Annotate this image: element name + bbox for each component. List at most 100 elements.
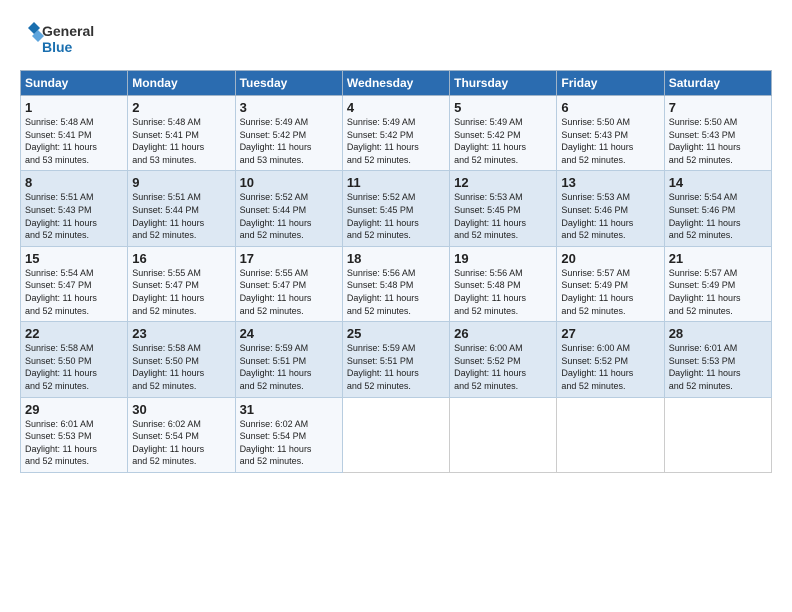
day-number: 19 [454,251,552,266]
day-number: 24 [240,326,338,341]
day-number: 4 [347,100,445,115]
calendar-cell: 12Sunrise: 5:53 AMSunset: 5:45 PMDayligh… [450,171,557,246]
day-number: 9 [132,175,230,190]
day-number: 30 [132,402,230,417]
calendar-cell: 5Sunrise: 5:49 AMSunset: 5:42 PMDaylight… [450,96,557,171]
day-number: 29 [25,402,123,417]
calendar-cell [450,397,557,472]
calendar-cell: 27Sunrise: 6:00 AMSunset: 5:52 PMDayligh… [557,322,664,397]
day-info: Sunrise: 5:55 AMSunset: 5:47 PMDaylight:… [240,267,338,317]
day-info: Sunrise: 5:52 AMSunset: 5:44 PMDaylight:… [240,191,338,241]
day-info: Sunrise: 6:02 AMSunset: 5:54 PMDaylight:… [240,418,338,468]
svg-text:General: General [42,23,94,39]
day-info: Sunrise: 5:59 AMSunset: 5:51 PMDaylight:… [240,342,338,392]
calendar-cell: 28Sunrise: 6:01 AMSunset: 5:53 PMDayligh… [664,322,771,397]
day-number: 6 [561,100,659,115]
calendar-cell: 6Sunrise: 5:50 AMSunset: 5:43 PMDaylight… [557,96,664,171]
day-info: Sunrise: 5:49 AMSunset: 5:42 PMDaylight:… [454,116,552,166]
calendar-cell: 29Sunrise: 6:01 AMSunset: 5:53 PMDayligh… [21,397,128,472]
calendar-cell: 10Sunrise: 5:52 AMSunset: 5:44 PMDayligh… [235,171,342,246]
calendar-cell: 1Sunrise: 5:48 AMSunset: 5:41 PMDaylight… [21,96,128,171]
calendar-cell: 30Sunrise: 6:02 AMSunset: 5:54 PMDayligh… [128,397,235,472]
col-header-sunday: Sunday [21,71,128,96]
calendar-cell: 13Sunrise: 5:53 AMSunset: 5:46 PMDayligh… [557,171,664,246]
day-info: Sunrise: 5:49 AMSunset: 5:42 PMDaylight:… [240,116,338,166]
day-info: Sunrise: 5:57 AMSunset: 5:49 PMDaylight:… [669,267,767,317]
day-info: Sunrise: 5:50 AMSunset: 5:43 PMDaylight:… [561,116,659,166]
day-info: Sunrise: 6:00 AMSunset: 5:52 PMDaylight:… [454,342,552,392]
calendar-cell: 26Sunrise: 6:00 AMSunset: 5:52 PMDayligh… [450,322,557,397]
calendar-cell [557,397,664,472]
logo-container: General Blue [20,18,110,60]
day-number: 5 [454,100,552,115]
day-info: Sunrise: 5:53 AMSunset: 5:45 PMDaylight:… [454,191,552,241]
day-number: 17 [240,251,338,266]
day-number: 16 [132,251,230,266]
day-info: Sunrise: 5:57 AMSunset: 5:49 PMDaylight:… [561,267,659,317]
col-header-wednesday: Wednesday [342,71,449,96]
day-info: Sunrise: 6:00 AMSunset: 5:52 PMDaylight:… [561,342,659,392]
day-number: 21 [669,251,767,266]
calendar-cell: 4Sunrise: 5:49 AMSunset: 5:42 PMDaylight… [342,96,449,171]
calendar-cell: 8Sunrise: 5:51 AMSunset: 5:43 PMDaylight… [21,171,128,246]
col-header-monday: Monday [128,71,235,96]
calendar-table: SundayMondayTuesdayWednesdayThursdayFrid… [20,70,772,473]
calendar-cell: 3Sunrise: 5:49 AMSunset: 5:42 PMDaylight… [235,96,342,171]
calendar-cell: 14Sunrise: 5:54 AMSunset: 5:46 PMDayligh… [664,171,771,246]
day-info: Sunrise: 5:55 AMSunset: 5:47 PMDaylight:… [132,267,230,317]
header: General Blue [20,18,772,60]
day-info: Sunrise: 5:53 AMSunset: 5:46 PMDaylight:… [561,191,659,241]
day-info: Sunrise: 5:50 AMSunset: 5:43 PMDaylight:… [669,116,767,166]
calendar-cell: 24Sunrise: 5:59 AMSunset: 5:51 PMDayligh… [235,322,342,397]
day-info: Sunrise: 6:01 AMSunset: 5:53 PMDaylight:… [25,418,123,468]
day-number: 15 [25,251,123,266]
day-number: 12 [454,175,552,190]
calendar-cell: 7Sunrise: 5:50 AMSunset: 5:43 PMDaylight… [664,96,771,171]
day-number: 26 [454,326,552,341]
calendar-cell: 9Sunrise: 5:51 AMSunset: 5:44 PMDaylight… [128,171,235,246]
calendar-cell: 16Sunrise: 5:55 AMSunset: 5:47 PMDayligh… [128,246,235,321]
calendar-cell: 17Sunrise: 5:55 AMSunset: 5:47 PMDayligh… [235,246,342,321]
day-number: 3 [240,100,338,115]
generalblue-logo: General Blue [20,18,110,60]
logo: General Blue [20,18,110,60]
calendar-cell: 20Sunrise: 5:57 AMSunset: 5:49 PMDayligh… [557,246,664,321]
day-info: Sunrise: 5:56 AMSunset: 5:48 PMDaylight:… [454,267,552,317]
calendar-cell: 18Sunrise: 5:56 AMSunset: 5:48 PMDayligh… [342,246,449,321]
col-header-thursday: Thursday [450,71,557,96]
day-number: 11 [347,175,445,190]
day-info: Sunrise: 6:02 AMSunset: 5:54 PMDaylight:… [132,418,230,468]
col-header-tuesday: Tuesday [235,71,342,96]
col-header-saturday: Saturday [664,71,771,96]
svg-text:Blue: Blue [42,39,73,55]
calendar-cell: 22Sunrise: 5:58 AMSunset: 5:50 PMDayligh… [21,322,128,397]
col-header-friday: Friday [557,71,664,96]
day-number: 23 [132,326,230,341]
day-number: 18 [347,251,445,266]
day-number: 28 [669,326,767,341]
day-number: 8 [25,175,123,190]
day-number: 7 [669,100,767,115]
day-number: 22 [25,326,123,341]
calendar-cell [342,397,449,472]
day-info: Sunrise: 5:54 AMSunset: 5:46 PMDaylight:… [669,191,767,241]
day-info: Sunrise: 5:51 AMSunset: 5:43 PMDaylight:… [25,191,123,241]
calendar-cell: 23Sunrise: 5:58 AMSunset: 5:50 PMDayligh… [128,322,235,397]
calendar-cell: 21Sunrise: 5:57 AMSunset: 5:49 PMDayligh… [664,246,771,321]
day-number: 2 [132,100,230,115]
day-number: 20 [561,251,659,266]
calendar-cell [664,397,771,472]
day-info: Sunrise: 5:58 AMSunset: 5:50 PMDaylight:… [25,342,123,392]
day-info: Sunrise: 5:59 AMSunset: 5:51 PMDaylight:… [347,342,445,392]
calendar-cell: 25Sunrise: 5:59 AMSunset: 5:51 PMDayligh… [342,322,449,397]
day-info: Sunrise: 5:51 AMSunset: 5:44 PMDaylight:… [132,191,230,241]
day-number: 13 [561,175,659,190]
page: General Blue SundayMondayTuesdayWednesda… [0,0,792,612]
day-number: 10 [240,175,338,190]
day-info: Sunrise: 5:58 AMSunset: 5:50 PMDaylight:… [132,342,230,392]
calendar-cell: 15Sunrise: 5:54 AMSunset: 5:47 PMDayligh… [21,246,128,321]
day-info: Sunrise: 5:56 AMSunset: 5:48 PMDaylight:… [347,267,445,317]
calendar-cell: 2Sunrise: 5:48 AMSunset: 5:41 PMDaylight… [128,96,235,171]
day-number: 31 [240,402,338,417]
calendar-cell: 11Sunrise: 5:52 AMSunset: 5:45 PMDayligh… [342,171,449,246]
